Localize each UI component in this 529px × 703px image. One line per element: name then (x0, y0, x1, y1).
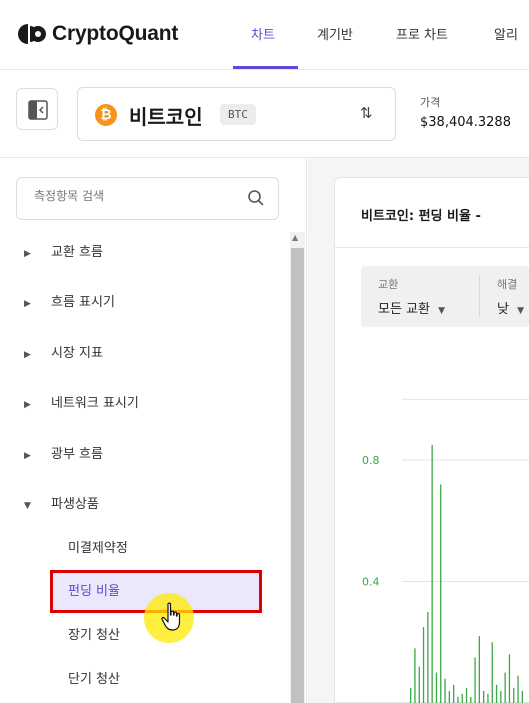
chart-bar (495, 684, 498, 703)
card-divider (334, 247, 529, 248)
sidebar-item-network-indicators[interactable]: ▶ 네트워크 표시기 (24, 392, 139, 411)
chart-bar (465, 687, 468, 703)
chevron-down-icon: ▼ (517, 306, 525, 316)
sidebar-item-label: 파생상품 (51, 497, 99, 512)
resolution-filter-label: 해결 (497, 278, 518, 291)
sidebar-item-label: 네트워크 표시기 (51, 396, 139, 411)
chart-bar (483, 690, 485, 703)
panel-toggle-icon (28, 100, 48, 120)
chart-bar (422, 627, 425, 703)
active-tab-indicator (233, 66, 298, 69)
chart-bar (431, 444, 433, 703)
chart-bar (491, 642, 493, 703)
sidebar-item-label: 교환 흐름 (51, 245, 103, 260)
sidebar-item-exchange-flows[interactable]: ▶ 교환 흐름 (24, 241, 103, 260)
chart-bar (418, 666, 420, 703)
chart-bar (440, 484, 442, 703)
chart-bar (453, 684, 455, 703)
chart-bar (521, 690, 523, 703)
caret-right-icon: ▶ (24, 350, 31, 360)
sidebar-subitem-open-interest[interactable]: 미결제약정 (68, 537, 128, 556)
chart-bar (435, 672, 438, 703)
chart-bar (500, 690, 502, 703)
resolution-filter-select[interactable]: 낮 ▼ (497, 298, 524, 317)
asset-name: 비트코인 (129, 105, 203, 129)
sidebar-subitem-long-liquidations[interactable]: 장기 청산 (68, 624, 120, 643)
caret-down-icon: ▼ (24, 501, 31, 511)
caret-right-icon: ▶ (24, 249, 31, 259)
chart-bar (487, 693, 489, 703)
exchange-filter-value: 모든 교환 (378, 302, 430, 317)
tab-chart[interactable]: 차트 (251, 24, 275, 43)
caret-right-icon: ▶ (24, 451, 31, 461)
resolution-filter-value: 낮 (497, 302, 509, 317)
sidebar-subitem-short-liquidations[interactable]: 단기 청산 (68, 668, 120, 687)
bitcoin-icon: ₿ (95, 104, 117, 126)
chart-bar (470, 696, 472, 703)
tab-pro-chart[interactable]: 프로 차트 (396, 24, 448, 43)
price-value: $38,404.3288 (420, 115, 511, 130)
tab-dashboard[interactable]: 계기반 (317, 24, 353, 43)
sidebar-item-miner-flows[interactable]: ▶ 광부 흐름 (24, 443, 103, 462)
price-label: 가격 (420, 96, 441, 109)
filter-divider (479, 276, 480, 316)
exchange-filter-select[interactable]: 모든 교환 ▼ (378, 298, 445, 317)
chart-bar (504, 672, 506, 703)
chart-bar (444, 678, 446, 703)
exchange-filter-label: 교환 (378, 278, 399, 291)
cryptoquant-logo[interactable]: CryptoQuant (18, 22, 178, 46)
funding-rate-chart[interactable]: 0.8 0.4 (334, 340, 529, 703)
sidebar-scrollbar-thumb[interactable] (291, 248, 304, 703)
chart-bar (410, 687, 412, 703)
metric-search-input[interactable] (34, 189, 224, 203)
caret-right-icon: ▶ (24, 400, 31, 410)
sidebar-toggle-button[interactable] (16, 88, 58, 130)
asset-ticker-badge: BTC (220, 104, 256, 125)
search-icon[interactable] (247, 189, 265, 207)
chart-bar (457, 696, 459, 703)
chart-card-title: 비트코인: 펀딩 비율 - (361, 209, 481, 224)
sidebar-item-derivatives[interactable]: ▼ 파생상품 (24, 493, 99, 512)
chart-bar (478, 636, 480, 703)
chart-bar (427, 611, 429, 703)
y-tick-label: 0.4 (362, 576, 380, 589)
hand-pointer-icon (161, 602, 181, 631)
sidebar-item-label: 흐름 표시기 (51, 295, 115, 310)
y-tick-label: 0.8 (362, 454, 380, 467)
chart-bar (474, 657, 476, 703)
tab-alert[interactable]: 알리 (494, 24, 518, 43)
chart-bar (448, 690, 450, 703)
chart-bar (513, 687, 515, 703)
chart-bar (414, 648, 416, 703)
chevron-down-icon: ▼ (438, 306, 446, 316)
chart-bar (517, 675, 519, 703)
chart-bar (508, 654, 511, 703)
logo-mark-icon (18, 24, 46, 44)
scroll-up-arrow-icon[interactable]: ▲ (292, 233, 298, 242)
sidebar-item-market-indicators[interactable]: ▶ 시장 지표 (24, 342, 103, 361)
caret-right-icon: ▶ (24, 299, 31, 309)
sidebar-item-flow-indicators[interactable]: ▶ 흐름 표시기 (24, 291, 115, 310)
swap-arrows-icon[interactable]: ⇅ (360, 104, 373, 122)
sidebar-item-label: 광부 흐름 (51, 447, 103, 462)
logo-text: CryptoQuant (52, 22, 179, 45)
sidebar-subitem-funding-rates[interactable]: 펀딩 비율 (68, 580, 120, 599)
chart-bar (461, 693, 463, 703)
sidebar-item-label: 시장 지표 (51, 346, 103, 361)
